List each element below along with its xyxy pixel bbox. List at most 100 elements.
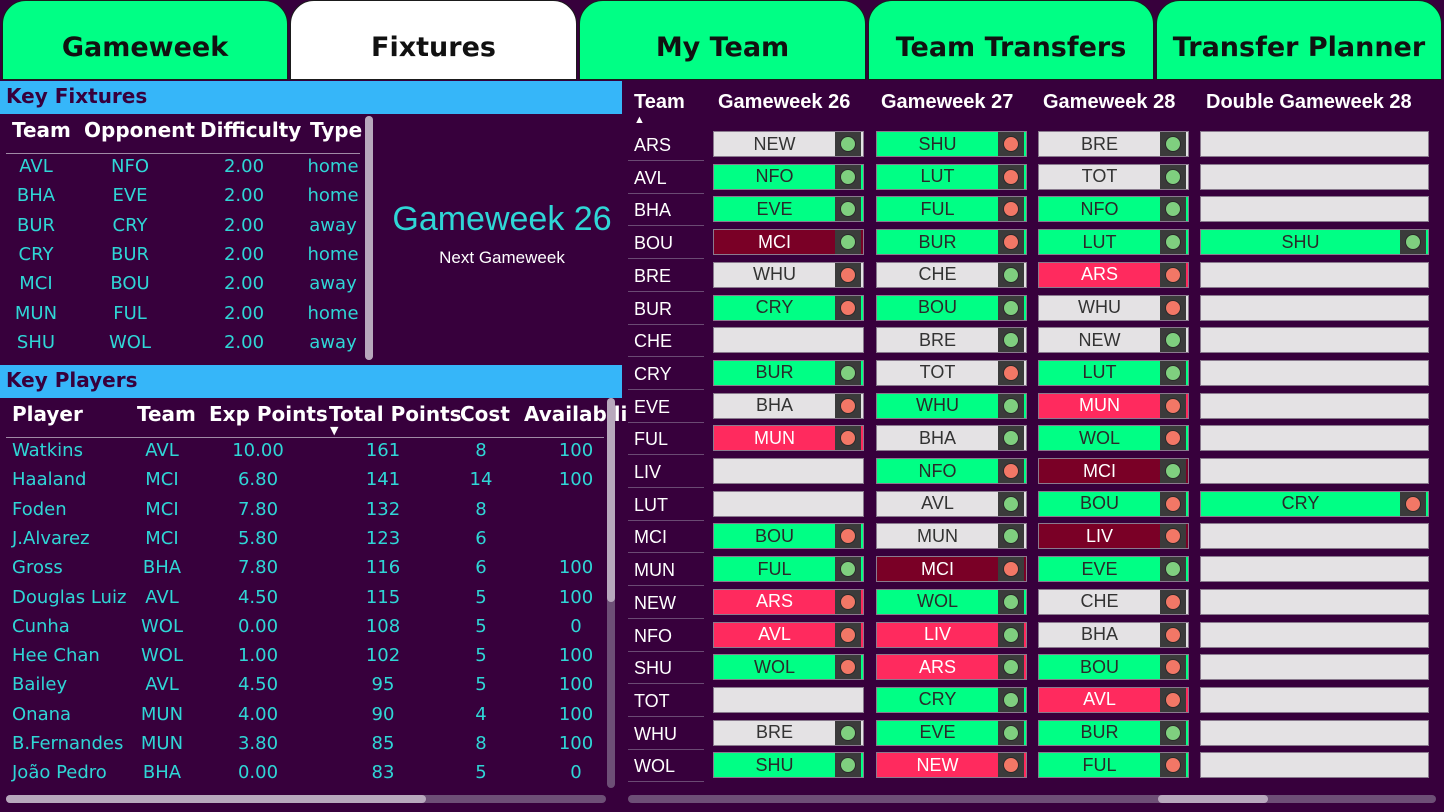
key-players-scrollbar[interactable] [607, 398, 615, 788]
tab-fixtures[interactable]: Fixtures [290, 0, 577, 80]
fixture-cell[interactable]: AVL [1038, 686, 1189, 713]
player-name[interactable]: Foden [12, 499, 142, 520]
fixture-cell[interactable]: ARS [1038, 261, 1189, 288]
fixture-cell[interactable]: BOU [876, 294, 1027, 321]
player-name[interactable]: Hee Chan [12, 645, 142, 666]
fixture-cell[interactable]: WOL [713, 654, 864, 681]
fixture-cell[interactable]: NEW [1038, 327, 1189, 354]
fixture-cell[interactable]: AVL [876, 490, 1027, 517]
fixture-cell[interactable]: EVE [1038, 556, 1189, 583]
grid-col-gameweek-28[interactable]: Gameweek 28 [1043, 91, 1175, 114]
grid-col-team[interactable]: Team [634, 91, 685, 114]
key-players-col-team[interactable]: Team [137, 402, 196, 426]
player-name[interactable]: Douglas Luiz [12, 587, 142, 608]
grid-col-double-gameweek-28[interactable]: Double Gameweek 28 [1206, 91, 1412, 114]
fixture-cell[interactable] [1200, 294, 1429, 321]
fixture-cell[interactable] [713, 686, 864, 713]
fixture-cell[interactable]: NEW [713, 131, 864, 157]
grid-col-gameweek-26[interactable]: Gameweek 26 [718, 91, 850, 114]
fixture-cell[interactable] [713, 490, 864, 517]
player-name[interactable]: Gross [12, 557, 142, 578]
key-players-scroll-thumb[interactable] [607, 398, 615, 602]
fixture-cell[interactable] [1200, 588, 1429, 615]
fixture-cell[interactable]: AVL [713, 621, 864, 648]
fixture-cell[interactable] [1200, 556, 1429, 583]
key-fixtures-col-opponent[interactable]: Opponent [84, 118, 195, 142]
fixture-cell[interactable]: BUR [713, 359, 864, 386]
fixture-cell[interactable]: WHU [713, 261, 864, 288]
fixture-cell[interactable] [1200, 327, 1429, 354]
fixture-cell[interactable]: TOT [1038, 163, 1189, 190]
fixture-cell[interactable]: CRY [876, 686, 1027, 713]
tab-transfer-planner[interactable]: Transfer Planner [1156, 0, 1442, 80]
player-name[interactable]: Cunha [12, 616, 142, 637]
fixture-cell[interactable]: BOU [713, 523, 864, 550]
fixture-cell[interactable] [1200, 392, 1429, 419]
fixture-cell[interactable] [1200, 523, 1429, 550]
key-fixtures-scroll-thumb[interactable] [365, 116, 373, 360]
key-fixtures-scrollbar[interactable] [365, 116, 373, 360]
fixture-cell[interactable]: LIV [1038, 523, 1189, 550]
fixture-cell[interactable]: SHU [1200, 229, 1429, 256]
fixture-cell[interactable] [1200, 359, 1429, 386]
fixture-cell[interactable] [1200, 686, 1429, 713]
fixture-cell[interactable]: ARS [876, 654, 1027, 681]
key-players-hscroll-thumb[interactable] [6, 795, 426, 803]
fixture-cell[interactable]: SHU [876, 131, 1027, 157]
key-players-col-player[interactable]: Player [12, 402, 83, 426]
fixture-cell[interactable]: NEW [876, 752, 1027, 779]
fixture-cell[interactable]: BHA [1038, 621, 1189, 648]
fixture-cell[interactable] [1200, 458, 1429, 484]
tab-team-transfers[interactable]: Team Transfers [868, 0, 1154, 80]
fixture-cell[interactable]: FUL [713, 556, 864, 583]
fixture-cell[interactable]: LUT [876, 163, 1027, 190]
fixture-cell[interactable]: LUT [1038, 359, 1189, 386]
fixture-cell[interactable] [1200, 719, 1429, 746]
fixture-cell[interactable] [713, 458, 864, 484]
fixture-cell[interactable] [1200, 163, 1429, 190]
fixture-cell[interactable]: WOL [1038, 425, 1189, 452]
player-name[interactable]: Haaland [12, 469, 142, 490]
fixture-cell[interactable]: NFO [876, 458, 1027, 484]
fixture-cell[interactable]: CHE [1038, 588, 1189, 615]
fixture-cell[interactable]: BOU [1038, 654, 1189, 681]
fixture-cell[interactable]: FUL [876, 196, 1027, 223]
tab-gameweek[interactable]: Gameweek [2, 0, 288, 80]
fixture-cell[interactable]: MUN [876, 523, 1027, 550]
fixture-cell[interactable]: BUR [1038, 719, 1189, 746]
fixture-cell[interactable]: FUL [1038, 752, 1189, 779]
fixtures-grid-hscrollbar[interactable] [628, 795, 1436, 803]
fixture-cell[interactable] [1200, 131, 1429, 157]
fixture-cell[interactable]: ARS [713, 588, 864, 615]
fixture-cell[interactable]: BHA [876, 425, 1027, 452]
fixture-cell[interactable] [1200, 621, 1429, 648]
fixture-cell[interactable] [1200, 425, 1429, 452]
key-players-hscrollbar[interactable] [6, 795, 606, 803]
fixture-cell[interactable]: BRE [1038, 131, 1189, 157]
player-name[interactable]: Onana [12, 704, 142, 725]
fixture-cell[interactable]: CHE [876, 261, 1027, 288]
fixture-cell[interactable] [1200, 196, 1429, 223]
fixture-cell[interactable]: BRE [876, 327, 1027, 354]
fixture-cell[interactable]: EVE [713, 196, 864, 223]
key-fixtures-col-type[interactable]: Type [310, 118, 362, 142]
fixture-cell[interactable]: TOT [876, 359, 1027, 386]
fixture-cell[interactable]: MCI [1038, 458, 1189, 484]
fixture-cell[interactable]: BOU [1038, 490, 1189, 517]
player-name[interactable]: Bailey [12, 674, 142, 695]
fixture-cell[interactable] [1200, 261, 1429, 288]
fixture-cell[interactable]: SHU [713, 752, 864, 779]
tab-my-team[interactable]: My Team [579, 0, 866, 80]
key-fixtures-col-team[interactable]: Team [12, 118, 71, 142]
fixture-cell[interactable]: MUN [1038, 392, 1189, 419]
key-fixtures-col-difficulty[interactable]: Difficulty [200, 118, 301, 142]
player-name[interactable]: João Pedro [12, 762, 142, 783]
key-players-col-cost[interactable]: Cost [460, 402, 510, 426]
player-name[interactable]: Watkins [12, 440, 142, 461]
fixture-cell[interactable]: LUT [1038, 229, 1189, 256]
fixture-cell[interactable] [713, 327, 864, 354]
fixture-cell[interactable]: WHU [1038, 294, 1189, 321]
fixture-cell[interactable]: BRE [713, 719, 864, 746]
fixture-cell[interactable]: WOL [876, 588, 1027, 615]
player-name[interactable]: B.Fernandes [12, 733, 142, 754]
